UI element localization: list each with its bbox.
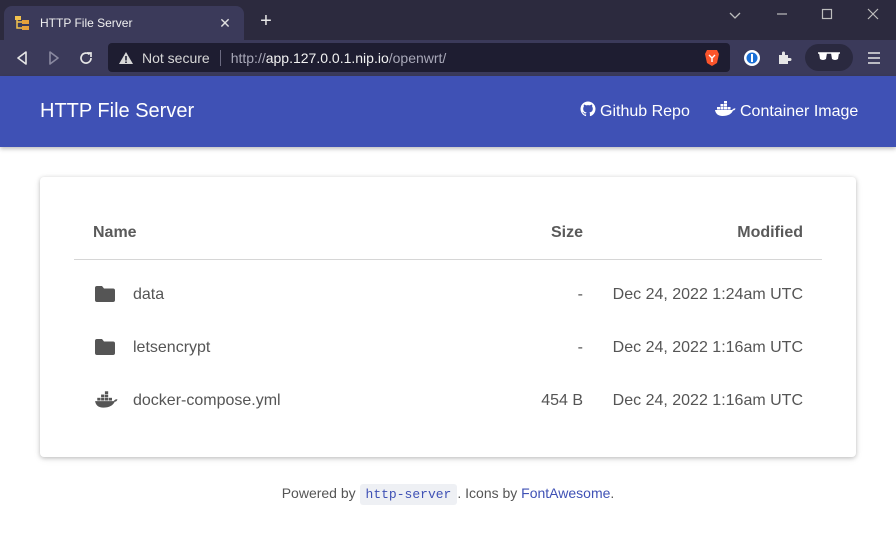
- docker-icon: [714, 101, 740, 122]
- file-modified: Dec 24, 2022 1:16am UTC: [612, 339, 803, 356]
- minimize-icon[interactable]: [770, 8, 794, 23]
- omnibox-divider: [219, 49, 221, 66]
- glasses-icon: [817, 49, 841, 67]
- table-row[interactable]: letsencrypt - Dec 24, 2022 1:16am UTC: [74, 321, 822, 374]
- file-modified: Dec 24, 2022 1:16am UTC: [612, 392, 803, 409]
- github-icon: [580, 101, 600, 122]
- file-size: 454 B: [541, 392, 583, 409]
- tab-search-icon[interactable]: [723, 8, 747, 23]
- reload-icon[interactable]: [75, 47, 97, 69]
- table-header: Name Size Modified: [74, 177, 822, 260]
- docker-icon: [94, 391, 118, 409]
- column-header-size[interactable]: Size: [551, 224, 583, 242]
- container-image-link[interactable]: Container Image: [714, 101, 858, 122]
- column-header-name[interactable]: Name: [93, 224, 137, 242]
- app-header: HTTP File Server Github Repo Container I…: [0, 76, 896, 147]
- warning-icon[interactable]: [118, 51, 134, 65]
- maximize-icon[interactable]: [815, 8, 839, 23]
- new-tab-button[interactable]: +: [256, 11, 276, 31]
- address-bar[interactable]: Not secure http://app.127.0.0.1.nip.io/o…: [108, 43, 730, 72]
- file-name[interactable]: letsencrypt: [133, 339, 210, 357]
- browser-toolbar: Not secure http://app.127.0.0.1.nip.io/o…: [0, 40, 896, 76]
- back-icon[interactable]: [11, 47, 33, 69]
- url-path: /openwrt/: [388, 49, 447, 66]
- github-repo-label: Github Repo: [600, 102, 690, 120]
- file-size: -: [577, 339, 583, 356]
- browser-titlebar: HTTP File Server ✕ +: [0, 0, 896, 40]
- footer-middle: . Icons by: [457, 485, 522, 501]
- security-label[interactable]: Not secure: [142, 50, 210, 66]
- table-row[interactable]: data - Dec 24, 2022 1:24am UTC: [74, 268, 822, 321]
- fontawesome-link[interactable]: FontAwesome: [521, 485, 610, 501]
- url-host: app.127.0.0.1.nip.io: [265, 49, 389, 66]
- profile-button[interactable]: [805, 44, 853, 71]
- footer-suffix: .: [610, 485, 615, 501]
- folder-icon: [94, 338, 116, 356]
- close-window-icon[interactable]: [861, 8, 885, 23]
- tab-title: HTTP File Server: [40, 16, 133, 30]
- forward-icon[interactable]: [43, 47, 65, 69]
- browser-tab[interactable]: HTTP File Server ✕: [4, 6, 244, 40]
- column-header-modified[interactable]: Modified: [737, 224, 803, 242]
- file-modified: Dec 24, 2022 1:24am UTC: [612, 286, 803, 303]
- page-footer: Powered by http-server. Icons by FontAwe…: [0, 484, 896, 505]
- menu-icon[interactable]: [864, 48, 884, 68]
- url-scheme: http://: [230, 49, 266, 66]
- file-size: -: [577, 286, 583, 303]
- github-repo-link[interactable]: Github Repo: [580, 101, 690, 122]
- folder-tree-icon: [14, 15, 30, 31]
- file-name[interactable]: data: [133, 286, 164, 304]
- extensions-icon[interactable]: [774, 48, 794, 68]
- app-title: HTTP File Server: [40, 100, 195, 122]
- file-name[interactable]: docker-compose.yml: [133, 392, 281, 410]
- brave-shield-icon[interactable]: [704, 49, 720, 67]
- container-image-label: Container Image: [740, 102, 859, 120]
- table-row[interactable]: docker-compose.yml 454 B Dec 24, 2022 1:…: [74, 374, 822, 427]
- tab-close-icon[interactable]: ✕: [216, 15, 234, 32]
- url-text[interactable]: http://app.127.0.0.1.nip.io/openwrt/: [231, 50, 447, 66]
- http-server-code: http-server: [359, 484, 458, 505]
- footer-prefix: Powered by: [281, 485, 360, 501]
- folder-icon: [94, 285, 116, 303]
- password-manager-icon[interactable]: [742, 48, 762, 68]
- file-listing-card: Name Size Modified data - Dec 24, 2022 1…: [40, 177, 856, 457]
